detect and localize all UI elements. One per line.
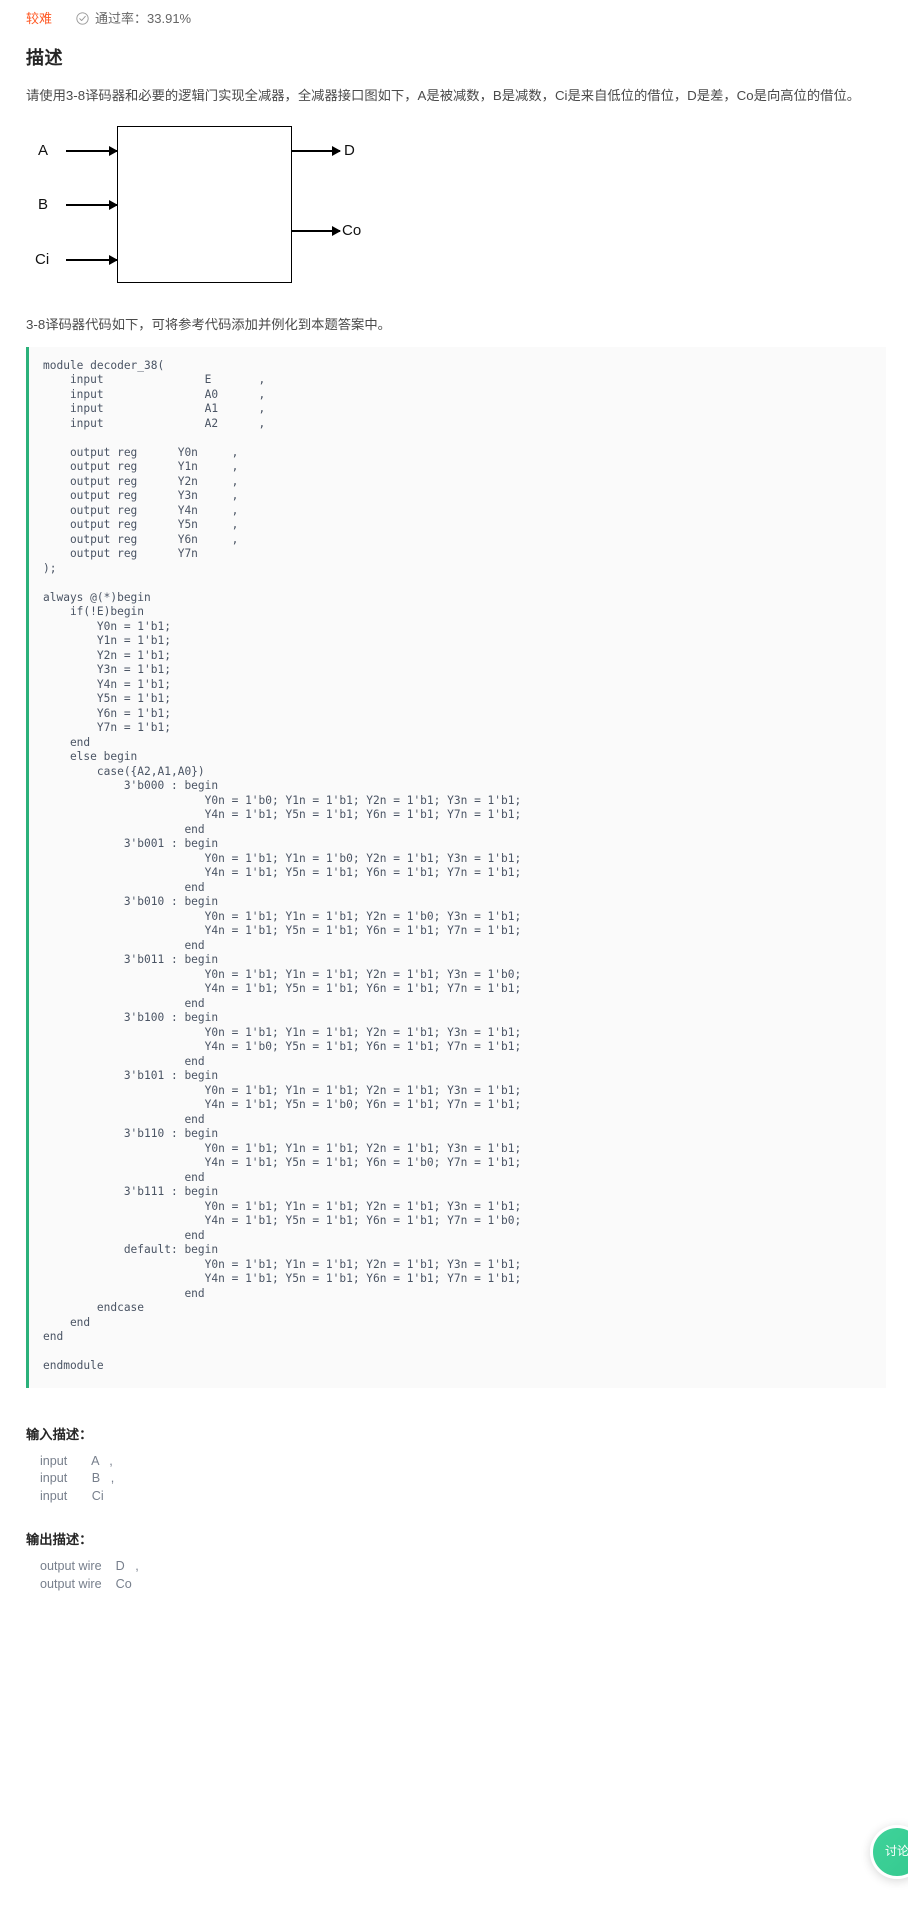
- pass-rate-group: 通过率：33.91%: [76, 12, 191, 25]
- diagram-input-label-a: A: [38, 141, 49, 159]
- decoder-reference-note: 3-8译码器代码如下，可将参考代码添加并例化到本题答案中。: [26, 316, 391, 332]
- diagram-input-label-b: B: [38, 195, 49, 213]
- output-description-text: output wire D , output wire Co: [40, 1559, 139, 1591]
- diagram-arrow-a: [66, 149, 117, 152]
- diagram-arrow-b: [66, 203, 117, 206]
- diagram-output-label-co: Co: [342, 221, 362, 239]
- input-description-text: input A , input B , input Ci: [40, 1453, 115, 1503]
- reference-code-block: module decoder_38( input E , input A0 , …: [26, 346, 886, 1388]
- check-circle-icon: [76, 12, 89, 25]
- diagram-output-label-d: D: [344, 141, 355, 159]
- pass-rate-label: 通过率：33.91%: [95, 11, 192, 26]
- diagram-input-label-ci: Ci: [35, 250, 50, 268]
- diagram-arrow-d: [292, 149, 340, 152]
- page-title: 描述: [26, 48, 63, 68]
- reference-code-text: module decoder_38( input E , input A0 , …: [43, 358, 522, 1373]
- input-description-heading: 输入描述：: [26, 1426, 93, 1442]
- problem-meta-bar: 较难 通过率：33.91%: [0, 0, 908, 30]
- discussion-fab-label: 讨论: [884, 1844, 908, 1859]
- diagram-arrow-co: [292, 229, 340, 232]
- discussion-fab-button[interactable]: 讨论: [870, 1825, 908, 1879]
- description-paragraph: 请使用3-8译码器和必要的逻辑门实现全减器，全减器接口图如下，A是被减数，B是减…: [26, 88, 861, 103]
- diagram-arrow-ci: [66, 258, 117, 261]
- full-subtractor-block-diagram: A B Ci D Co: [26, 120, 446, 310]
- input-description-block: input A , input B , input Ci: [26, 1453, 884, 1506]
- output-description-block: output wire D , output wire Co: [26, 1558, 884, 1593]
- difficulty-badge: 较难: [26, 11, 53, 26]
- diagram-module-box: [117, 125, 292, 283]
- output-description-heading: 输出描述：: [26, 1532, 93, 1548]
- problem-content: 描述 请使用3-8译码器和必要的逻辑门实现全减器，全减器接口图如下，A是被减数，…: [0, 44, 908, 1593]
